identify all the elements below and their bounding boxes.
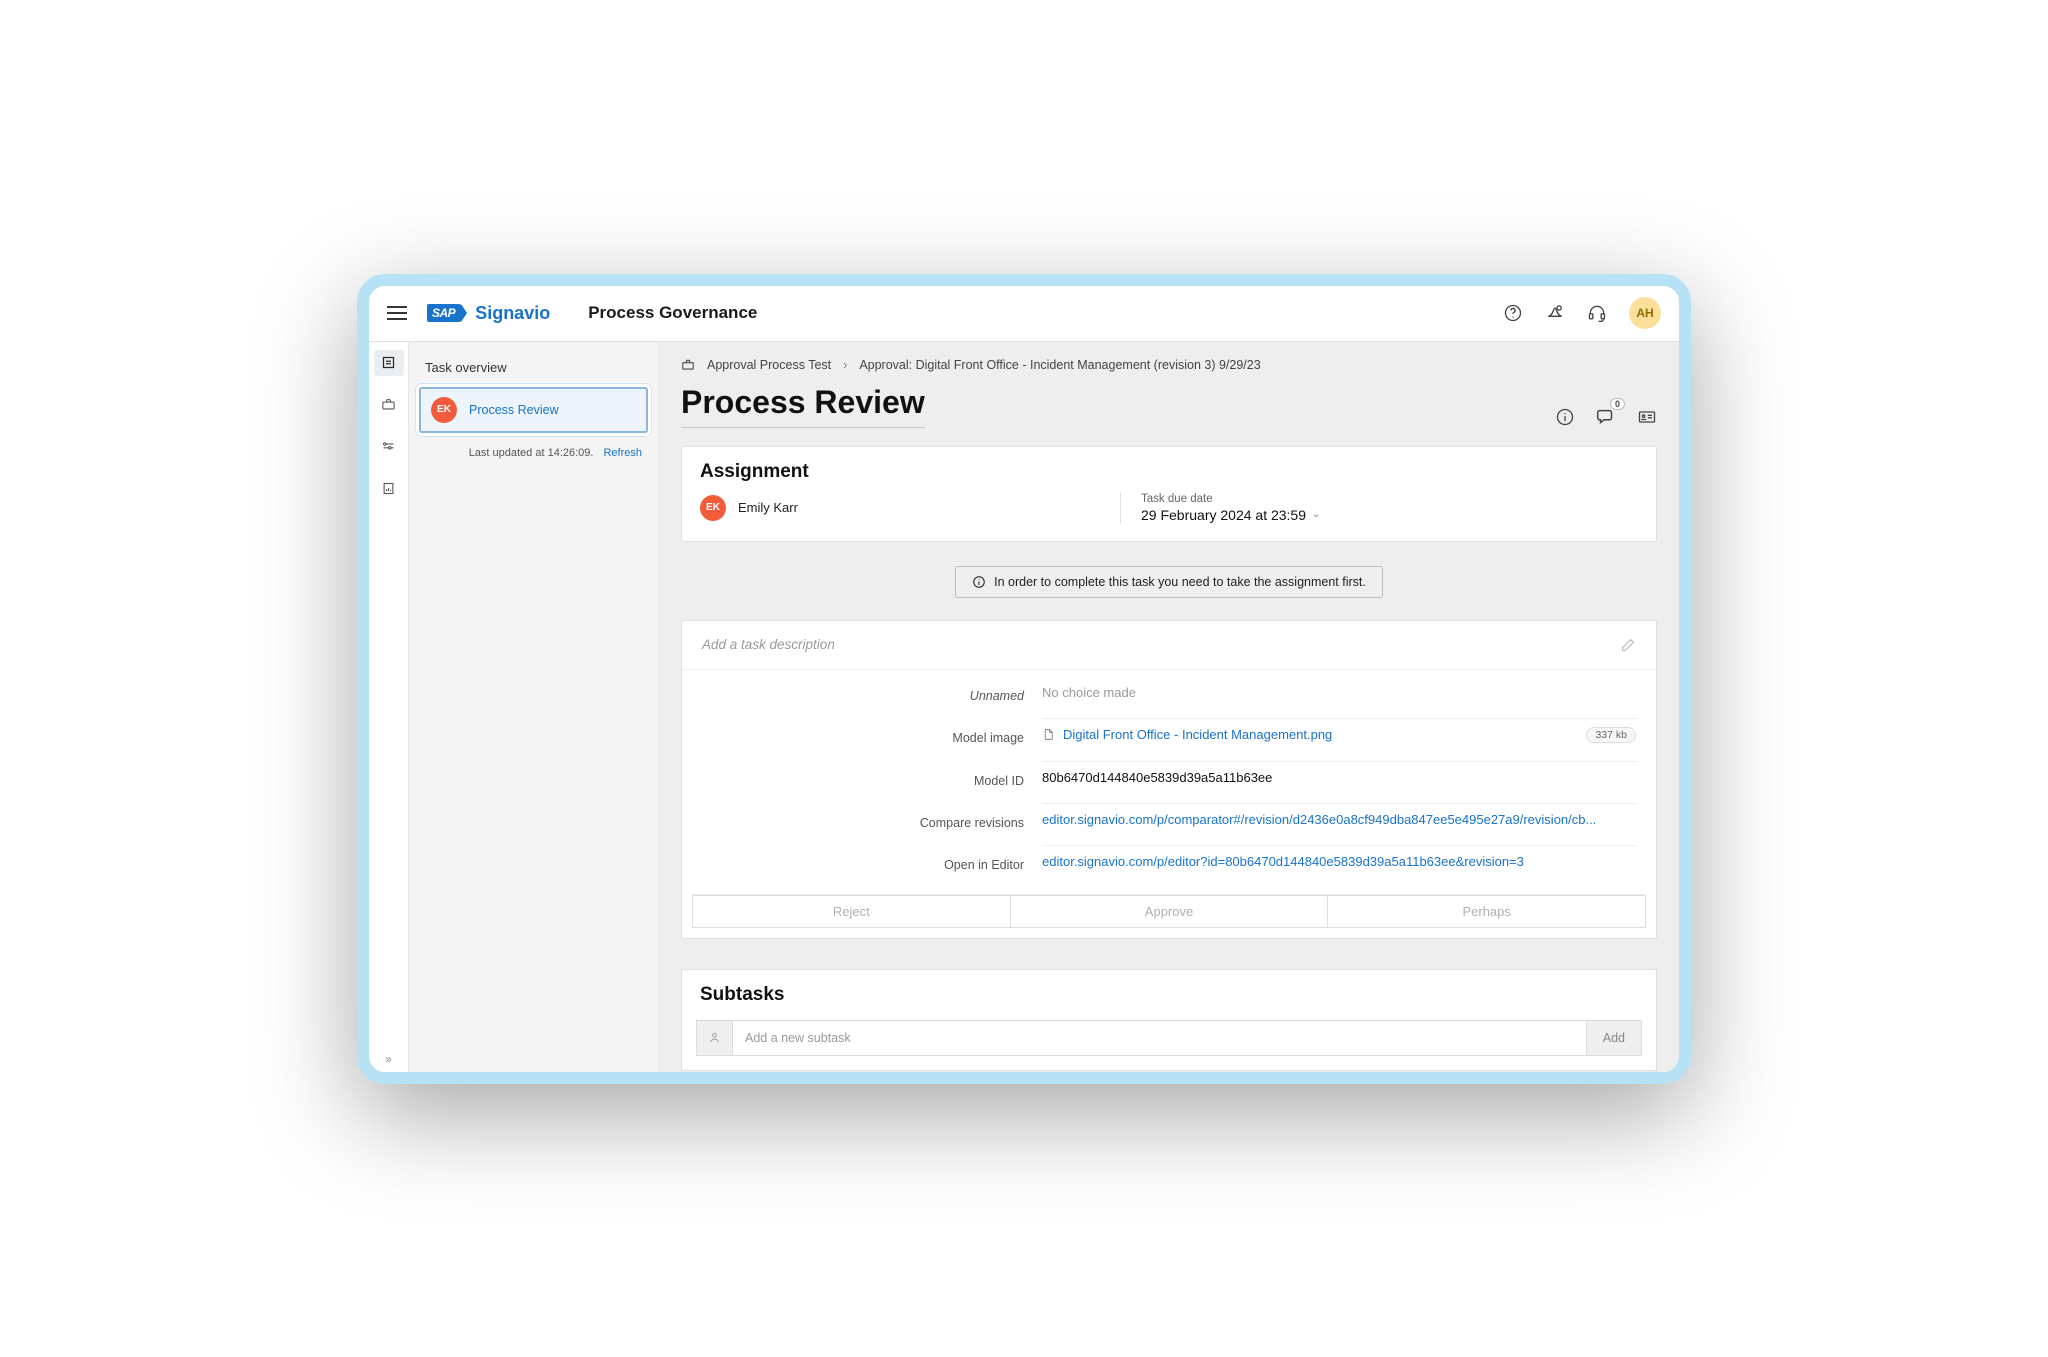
subtasks-panel: Subtasks Add bbox=[681, 969, 1657, 1071]
rail-expand-icon[interactable]: » bbox=[385, 1052, 392, 1066]
breadcrumb-item-1[interactable]: Approval Process Test bbox=[707, 358, 831, 372]
field-unnamed-value: No choice made bbox=[1042, 677, 1636, 708]
subtask-add-button[interactable]: Add bbox=[1586, 1021, 1641, 1055]
assignment-heading: Assignment bbox=[700, 461, 1638, 493]
headset-icon[interactable] bbox=[1587, 303, 1607, 323]
page-title: Process Review bbox=[681, 376, 925, 428]
app-title: Process Governance bbox=[588, 303, 757, 323]
title-actions: 0 bbox=[1555, 406, 1657, 428]
comments-icon[interactable]: 0 bbox=[1595, 406, 1617, 428]
user-avatar[interactable]: AH bbox=[1629, 297, 1661, 329]
menu-icon[interactable] bbox=[387, 306, 407, 320]
help-icon[interactable] bbox=[1503, 303, 1523, 323]
rail-settings-icon[interactable] bbox=[374, 434, 404, 460]
breadcrumb: Approval Process Test › Approval: Digita… bbox=[681, 358, 1657, 372]
task-card[interactable]: EK Process Review bbox=[419, 387, 648, 433]
due-date-value[interactable]: 29 February 2024 at 23:59 ⌄ bbox=[1141, 507, 1320, 523]
edit-icon[interactable] bbox=[1620, 637, 1636, 653]
info-icon[interactable] bbox=[1555, 407, 1575, 427]
description-placeholder[interactable]: Add a task description bbox=[702, 637, 835, 653]
field-model-id-label: Model ID bbox=[702, 774, 1042, 788]
reject-button[interactable]: Reject bbox=[692, 895, 1011, 928]
assignment-panel: Assignment EK Emily Karr Task due date 2… bbox=[681, 446, 1657, 542]
app-window: SAP Signavio Process Governance AH bbox=[357, 274, 1691, 1084]
chevron-right-icon: › bbox=[843, 358, 847, 372]
topbar-right: AH bbox=[1503, 297, 1661, 329]
updated-label: Last updated at 14:26:09. bbox=[469, 447, 594, 459]
subtask-input-row: Add bbox=[696, 1020, 1642, 1056]
card-icon[interactable] bbox=[1637, 407, 1657, 427]
refresh-link[interactable]: Refresh bbox=[603, 447, 642, 459]
briefcase-icon bbox=[681, 358, 695, 372]
field-unnamed-label: Unnamed bbox=[702, 689, 1042, 703]
comment-count-badge: 0 bbox=[1610, 398, 1625, 410]
file-size-pill: 337 kb bbox=[1586, 727, 1636, 743]
notification-icon[interactable] bbox=[1545, 303, 1565, 323]
compare-revisions-link[interactable]: editor.signavio.com/p/comparator#/revisi… bbox=[1042, 803, 1636, 835]
signavio-logo-text: Signavio bbox=[475, 303, 550, 324]
topbar: SAP Signavio Process Governance AH bbox=[369, 286, 1679, 342]
sidebar-title: Task overview bbox=[419, 354, 648, 387]
field-model-image-label: Model image bbox=[702, 731, 1042, 745]
subtask-input[interactable] bbox=[733, 1021, 1586, 1055]
info-banner-text: In order to complete this task you need … bbox=[994, 575, 1366, 589]
info-banner: In order to complete this task you need … bbox=[955, 566, 1383, 598]
assignee-name: Emily Karr bbox=[738, 500, 798, 515]
task-avatar: EK bbox=[431, 397, 457, 423]
due-date-label: Task due date bbox=[1141, 493, 1320, 505]
task-details-panel: Add a task description Unnamed No choice… bbox=[681, 620, 1657, 939]
field-open-label: Open in Editor bbox=[702, 858, 1042, 872]
model-image-link[interactable]: Digital Front Office - Incident Manageme… bbox=[1063, 727, 1332, 742]
task-link[interactable]: Process Review bbox=[469, 403, 559, 417]
body: » Task overview EK Process Review Last u… bbox=[369, 342, 1679, 1072]
approve-button[interactable]: Approve bbox=[1011, 895, 1329, 928]
updated-row: Last updated at 14:26:09. Refresh bbox=[419, 433, 648, 459]
info-small-icon bbox=[972, 575, 986, 589]
rail-tasks-icon[interactable] bbox=[374, 350, 404, 376]
main-content: Approval Process Test › Approval: Digita… bbox=[659, 342, 1679, 1072]
due-date-text: 29 February 2024 at 23:59 bbox=[1141, 507, 1306, 523]
sidebar: Task overview EK Process Review Last upd… bbox=[409, 342, 659, 1072]
decision-buttons: Reject Approve Perhaps bbox=[692, 894, 1646, 928]
perhaps-button[interactable]: Perhaps bbox=[1328, 895, 1646, 928]
logo: SAP Signavio bbox=[427, 303, 550, 324]
subtasks-heading: Subtasks bbox=[696, 984, 1642, 1020]
chevron-down-icon: ⌄ bbox=[1312, 509, 1320, 520]
breadcrumb-item-2[interactable]: Approval: Digital Front Office - Inciden… bbox=[859, 358, 1260, 372]
field-model-id-value: 80b6470d144840e5839d39a5a11b63ee bbox=[1042, 761, 1636, 793]
sap-logo-badge: SAP bbox=[427, 304, 461, 322]
assignee-avatar: EK bbox=[700, 495, 726, 521]
nav-rail: » bbox=[369, 342, 409, 1072]
open-in-editor-link[interactable]: editor.signavio.com/p/editor?id=80b6470d… bbox=[1042, 845, 1636, 877]
file-icon bbox=[1042, 728, 1055, 741]
user-small-icon[interactable] bbox=[697, 1021, 733, 1055]
rail-reports-icon[interactable] bbox=[374, 476, 404, 502]
rail-briefcase-icon[interactable] bbox=[374, 392, 404, 418]
field-compare-label: Compare revisions bbox=[702, 816, 1042, 830]
